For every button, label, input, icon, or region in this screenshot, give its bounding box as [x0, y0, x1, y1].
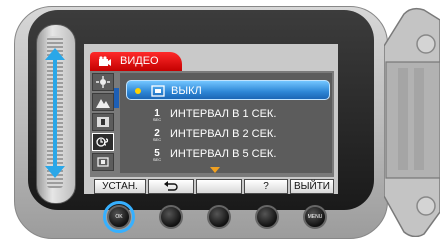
slider-up-arrow-icon — [45, 48, 65, 60]
menu-label: MENU — [307, 214, 323, 220]
svg-text:SEC: SEC — [153, 117, 161, 121]
more-items-arrow-icon — [210, 167, 220, 173]
camcorder-lcd-panel: ВИДЕО ВЫКЛ 1 SEC ИНТЕРВАЛ В 1 СЕК. 2 SEC И… — [0, 0, 440, 241]
interval-1sec-icon: 1SEC — [153, 108, 161, 121]
menu-hardware-button[interactable]: MENU — [303, 205, 327, 229]
svg-text:SEC: SEC — [153, 157, 161, 161]
interval-2sec-icon: 2SEC — [153, 128, 161, 141]
back-button[interactable] — [148, 179, 194, 194]
option-label: ИНТЕРВАЛ В 5 СЕК. — [170, 148, 277, 160]
stabilizer-icon[interactable] — [92, 153, 114, 171]
slider-indicator — [53, 56, 57, 168]
set-button[interactable]: УСТАН. — [94, 179, 146, 194]
menu-tab-video: ВИДЕО — [90, 52, 182, 71]
slider-down-arrow-icon — [45, 166, 65, 178]
off-icon — [151, 85, 165, 97]
exit-button[interactable]: ВЫЙТИ — [290, 179, 334, 194]
option-interval-2sec[interactable]: 2 SEC ИНТЕРВАЛ В 2 СЕК. — [126, 124, 330, 144]
hardware-button-4[interactable] — [255, 205, 279, 229]
hardware-button-3[interactable] — [207, 205, 231, 229]
scene-icon[interactable] — [92, 73, 114, 91]
option-label: ВЫКЛ — [171, 85, 202, 97]
option-interval-5sec[interactable]: 5 SEC ИНТЕРВАЛ В 5 СЕК. — [126, 144, 330, 164]
video-camera-icon — [99, 56, 111, 66]
blank-softkey[interactable] — [196, 179, 242, 194]
category-selection-bar — [114, 88, 119, 108]
option-label: ИНТЕРВАЛ В 1 СЕК. — [170, 108, 277, 120]
focus-icon[interactable] — [92, 93, 114, 111]
ok-hardware-button[interactable]: OK — [107, 205, 131, 229]
device-hinge — [384, 7, 440, 237]
hardware-button-2[interactable] — [159, 205, 183, 229]
option-label: ИНТЕРВАЛ В 2 СЕК. — [170, 128, 277, 140]
menu-tab-label: ВИДЕО — [120, 55, 159, 67]
selected-dot-icon — [135, 88, 141, 94]
option-off[interactable]: ВЫКЛ — [126, 80, 330, 100]
option-interval-1sec[interactable]: 1 SEC ИНТЕРВАЛ В 1 СЕК. — [126, 104, 330, 124]
help-button[interactable]: ? — [244, 179, 288, 194]
category-icon-column — [92, 73, 114, 175]
back-arrow-icon — [164, 181, 178, 191]
time-lapse-icon[interactable] — [92, 133, 114, 151]
ok-label: OK — [115, 214, 123, 220]
interval-5sec-icon: 5SEC — [153, 148, 161, 161]
exposure-icon[interactable] — [92, 113, 114, 131]
svg-text:SEC: SEC — [153, 137, 161, 141]
